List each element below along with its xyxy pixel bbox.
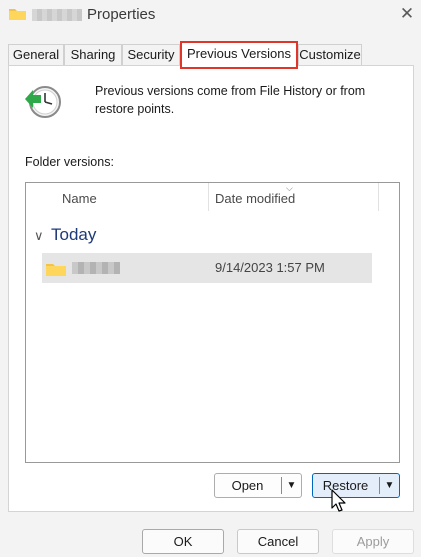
previous-versions-clock-icon — [25, 86, 61, 118]
column-header-name[interactable]: Name — [62, 191, 97, 206]
item-date-modified: 9/14/2023 1:57 PM — [215, 260, 325, 275]
tab-previous-versions[interactable]: Previous Versions — [180, 41, 298, 69]
column-divider[interactable] — [208, 183, 209, 211]
mouse-pointer-icon — [331, 489, 346, 512]
title-bar: Properties ✕ — [0, 0, 421, 34]
open-dropdown-arrow-icon[interactable]: ▼ — [282, 474, 301, 497]
restore-dropdown-arrow-icon[interactable]: ▼ — [380, 474, 399, 497]
folder-icon — [9, 9, 26, 20]
intro-text: Previous versions come from File History… — [95, 84, 366, 116]
group-label: Today — [51, 225, 97, 244]
column-divider[interactable] — [378, 183, 379, 211]
list-item[interactable]: 9/14/2023 1:57 PM — [42, 253, 372, 283]
close-button[interactable]: ✕ — [395, 2, 419, 26]
column-header-date-modified[interactable]: Date modified — [215, 191, 295, 206]
chevron-down-icon[interactable]: ∨ — [34, 228, 44, 244]
open-button[interactable]: Open — [215, 474, 280, 497]
window-title: Properties — [87, 6, 156, 23]
list-header: ⌵ Name Date modified — [26, 183, 399, 211]
previous-versions-panel: Previous versions come from File History… — [8, 65, 414, 512]
blurred-item-name — [72, 262, 120, 274]
tab-sharing[interactable]: Sharing — [64, 44, 122, 65]
ok-button[interactable]: OK — [142, 529, 224, 554]
restore-split-button[interactable]: Restore ▼ — [312, 473, 400, 498]
folder-versions-label: Folder versions: — [25, 155, 114, 169]
open-split-button[interactable]: Open ▼ — [214, 473, 302, 498]
tab-security[interactable]: Security — [122, 44, 180, 65]
versions-list[interactable]: ⌵ Name Date modified ∨ Today 9/14/2023 1… — [25, 182, 400, 463]
tab-general[interactable]: General — [8, 44, 64, 65]
tab-customize[interactable]: Customize — [298, 44, 362, 65]
folder-icon — [46, 264, 66, 276]
apply-button[interactable]: Apply — [332, 529, 414, 554]
blurred-folder-name — [32, 9, 82, 21]
cancel-button[interactable]: Cancel — [237, 529, 319, 554]
